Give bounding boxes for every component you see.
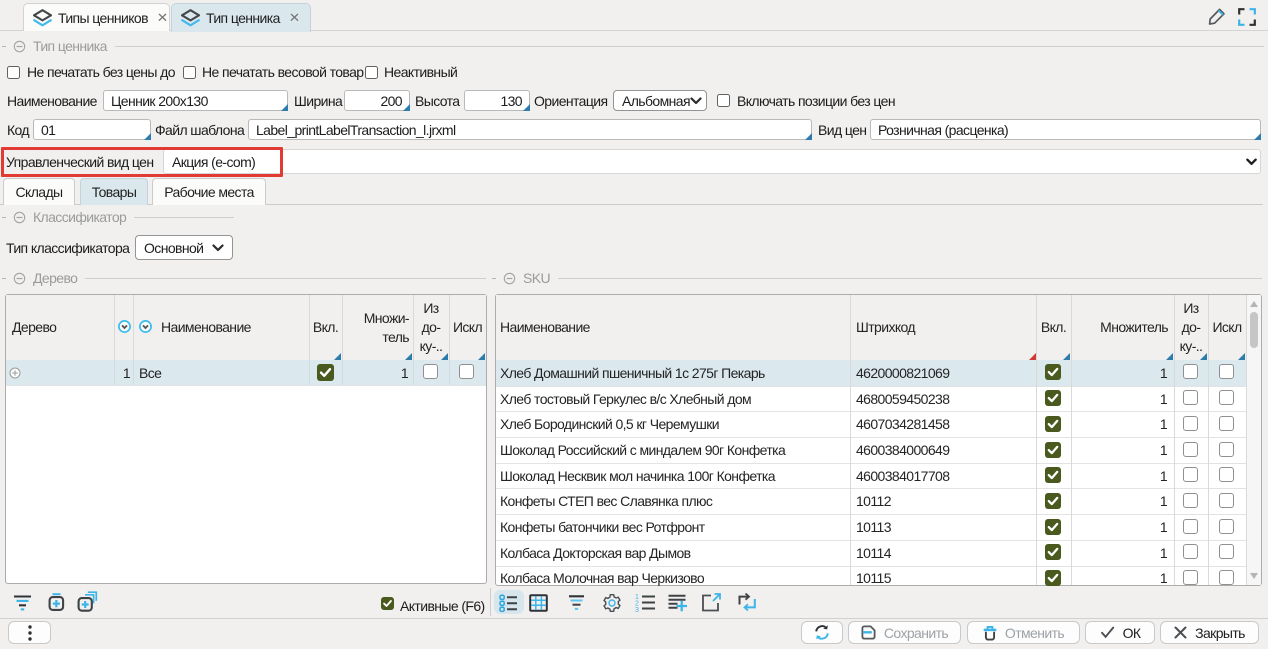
svg-text:3: 3 (635, 607, 639, 612)
